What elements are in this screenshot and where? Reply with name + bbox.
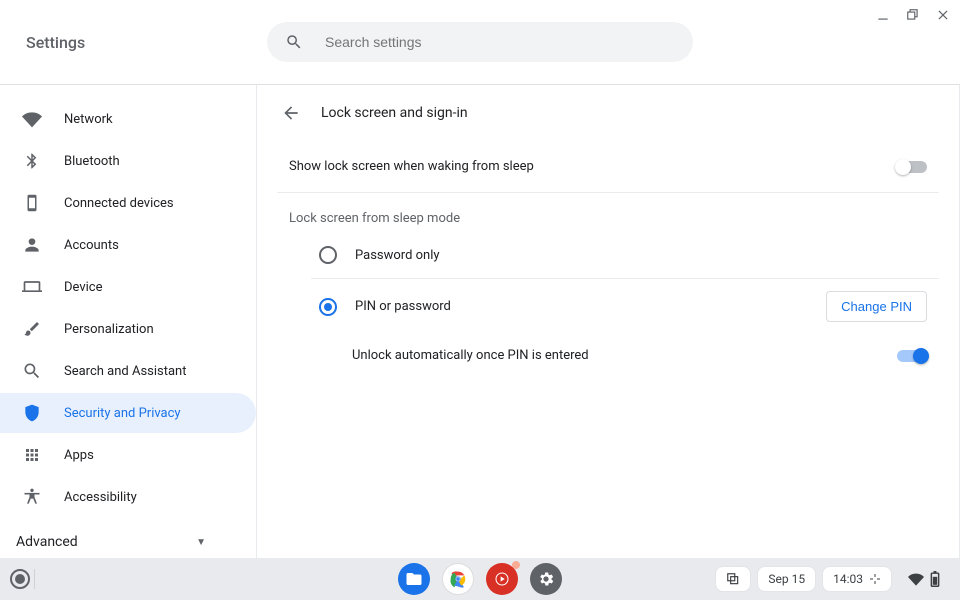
sidebar-item-label: Apps (64, 448, 94, 463)
person-icon (22, 235, 42, 255)
sidebar-item-accessibility[interactable]: Accessibility (0, 477, 256, 517)
sidebar-item-security-privacy[interactable]: Security and Privacy (0, 393, 256, 433)
sidebar-item-label: Connected devices (64, 196, 174, 211)
change-pin-button[interactable]: Change PIN (826, 291, 927, 322)
search-icon (285, 33, 303, 51)
app-title: Settings (26, 33, 85, 52)
sidebar-item-network[interactable]: Network (0, 99, 256, 139)
status-tray[interactable] (898, 566, 950, 592)
section-heading: Lock screen from sleep mode (277, 193, 939, 232)
sidebar-item-personalization[interactable]: Personalization (0, 309, 256, 349)
sidebar-item-label: Network (64, 112, 113, 127)
chevron-down-icon: ▼ (196, 537, 206, 548)
search-box[interactable] (267, 22, 693, 62)
search-input[interactable] (323, 33, 675, 51)
back-arrow-icon[interactable] (281, 103, 301, 123)
sidebar-item-device[interactable]: Device (0, 267, 256, 307)
laptop-icon (22, 277, 42, 297)
wifi-status-icon (908, 571, 924, 587)
radio-checked-icon[interactable] (319, 298, 337, 316)
option-pin-or-password[interactable]: PIN or password Change PIN (277, 279, 939, 334)
files-app-icon[interactable] (398, 563, 430, 595)
phone-icon (22, 193, 42, 213)
sidebar-item-search-assistant[interactable]: Search and Assistant (0, 351, 256, 391)
advanced-label: Advanced (16, 534, 78, 550)
sidebar-item-label: Security and Privacy (64, 406, 181, 421)
sidebar-item-label: Accessibility (64, 490, 137, 505)
sidebar-item-label: Device (64, 280, 103, 295)
show-lock-screen-label: Show lock screen when waking from sleep (289, 159, 534, 174)
radio-unchecked-icon[interactable] (319, 246, 337, 264)
search-icon (22, 361, 42, 381)
option-password-label: Password only (355, 248, 440, 263)
sidebar-item-accounts[interactable]: Accounts (0, 225, 256, 265)
overview-button[interactable] (715, 566, 751, 592)
page-title: Lock screen and sign-in (321, 105, 468, 121)
auto-unlock-toggle[interactable] (897, 350, 927, 362)
shelf-separator (34, 569, 35, 589)
sidebar-item-label: Accounts (64, 238, 119, 253)
youtube-music-app-icon[interactable] (486, 563, 518, 595)
sidebar-advanced[interactable]: Advanced ▼ (0, 526, 212, 558)
sidebar-item-label: Bluetooth (64, 154, 120, 169)
launcher-icon[interactable] (10, 569, 30, 589)
show-lock-screen-toggle[interactable] (897, 161, 927, 173)
settings-app-icon[interactable] (530, 563, 562, 595)
status-time[interactable]: 14:03 (822, 566, 892, 592)
bluetooth-icon (22, 151, 42, 171)
auto-unlock-label: Unlock automatically once PIN is entered (352, 348, 589, 363)
sidebar-item-apps[interactable]: Apps (0, 435, 256, 475)
apps-grid-icon (22, 445, 42, 465)
sidebar: Network Bluetooth Connected devices Acco… (0, 85, 256, 558)
shelf: Sep 15 14:03 (0, 558, 960, 600)
sidebar-item-connected-devices[interactable]: Connected devices (0, 183, 256, 223)
sidebar-item-label: Search and Assistant (64, 364, 187, 379)
status-area[interactable]: Sep 15 14:03 (709, 566, 950, 592)
shield-icon (22, 403, 42, 423)
sidebar-item-bluetooth[interactable]: Bluetooth (0, 141, 256, 181)
option-pin-label: PIN or password (355, 299, 451, 314)
option-password-only[interactable]: Password only (311, 232, 939, 279)
battery-status-icon (930, 571, 940, 587)
quick-settings-icon (869, 573, 881, 585)
wifi-icon (22, 109, 42, 129)
sidebar-item-label: Personalization (64, 322, 154, 337)
chrome-app-icon[interactable] (442, 563, 474, 595)
status-date[interactable]: Sep 15 (757, 566, 816, 592)
accessibility-icon (22, 487, 42, 507)
brush-icon (22, 319, 42, 339)
